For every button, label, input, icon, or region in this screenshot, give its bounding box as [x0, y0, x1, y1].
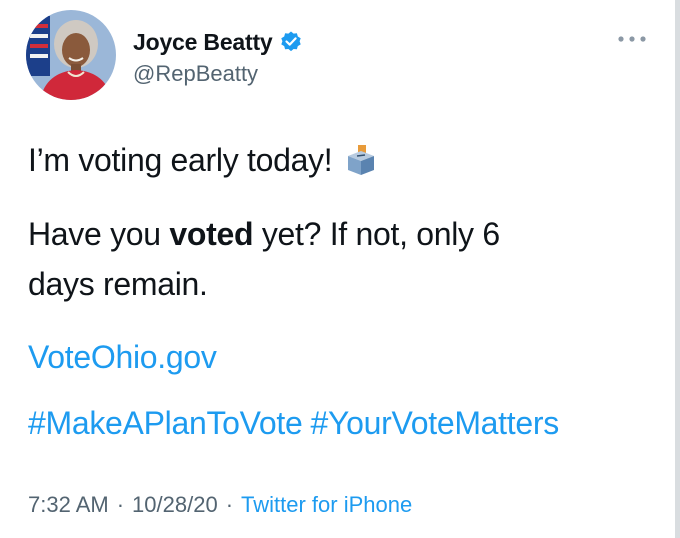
verified-badge-icon — [280, 31, 301, 52]
vote-ohio-link[interactable]: VoteOhio.gov — [28, 333, 217, 381]
tweet-card: Joyce Beatty @RepBeatty I’m voting early… — [0, 0, 675, 538]
separator: · — [225, 492, 234, 517]
tweet-text-span: I’m voting early today! — [28, 142, 333, 178]
tweet-source[interactable]: Twitter for iPhone — [241, 492, 412, 517]
separator: · — [116, 492, 125, 517]
tweet-text-line-3: days remain. — [28, 266, 208, 302]
tweet-metadata: 7:32 AM · 10/28/20 · Twitter for iPhone — [28, 492, 412, 518]
tweet-text-bold: voted — [169, 216, 254, 252]
tweet-text-span: yet? If not, only 6 — [253, 216, 500, 252]
right-edge-divider — [675, 0, 680, 538]
avatar[interactable] — [26, 10, 116, 100]
tweet-date[interactable]: 10/28/20 — [132, 492, 218, 517]
tweet-text-span: Have you — [28, 216, 170, 252]
profile-photo-icon — [26, 10, 116, 100]
more-options-icon[interactable] — [616, 32, 648, 46]
author-handle[interactable]: @RepBeatty — [133, 61, 258, 87]
tweet-text-line-1: I’m voting early today! — [28, 136, 378, 184]
author-name-row[interactable]: Joyce Beatty — [133, 28, 303, 56]
hashtags-row: #MakeAPlanToVote #YourVoteMatters — [28, 399, 567, 447]
hashtag-your-vote-matters[interactable]: #YourVoteMatters — [311, 405, 560, 441]
hashtag-make-a-plan-to-vote[interactable]: #MakeAPlanToVote — [28, 405, 303, 441]
tweet-text-line-2: Have you voted yet? If not, only 6 — [28, 210, 500, 258]
ballot-box-icon — [348, 145, 375, 175]
tweet-time[interactable]: 7:32 AM — [28, 492, 109, 517]
display-name[interactable]: Joyce Beatty — [133, 29, 273, 56]
